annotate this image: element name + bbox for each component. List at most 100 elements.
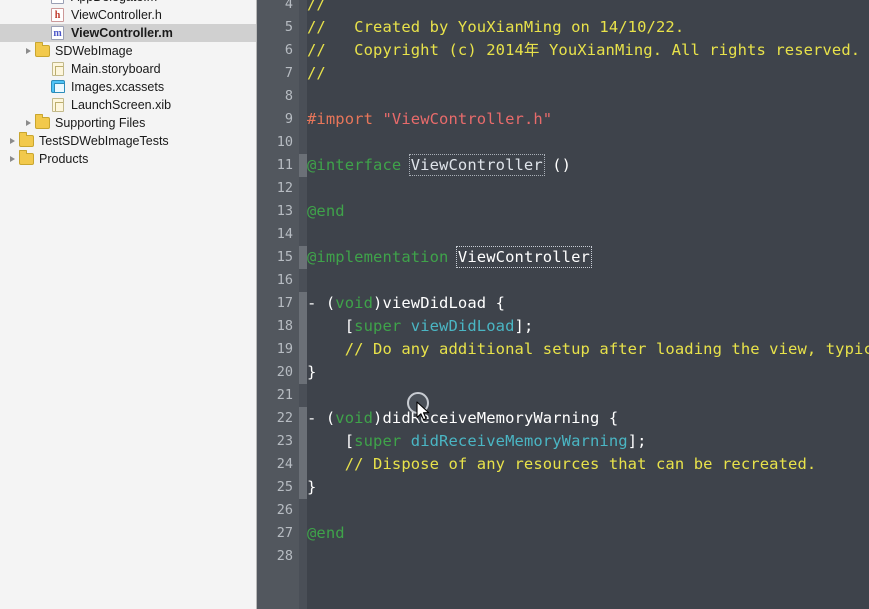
code-line[interactable]: [super viewDidLoad];: [307, 315, 534, 338]
navigator-row-label: Products: [39, 152, 89, 166]
line-number: 25: [276, 479, 293, 495]
code-token-box: ViewController: [455, 246, 592, 268]
fold-segment[interactable]: [299, 292, 307, 384]
code-token-str: "ViewController.h": [382, 110, 553, 128]
line-number: 17: [276, 295, 293, 311]
navigator-row-label: TestSDWebImageTests: [39, 134, 169, 148]
source-m-icon: m: [51, 26, 66, 40]
navigator-row[interactable]: Products: [0, 150, 256, 168]
code-token-plain: [: [307, 432, 355, 450]
fold-segment[interactable]: [299, 154, 307, 177]
disclosure-spacer: [40, 100, 51, 111]
line-number: 19: [276, 341, 293, 357]
code-line[interactable]: @end: [307, 522, 345, 545]
code-line[interactable]: [super didReceiveMemoryWarning];: [307, 430, 647, 453]
xcode-window: mAppDelegate.mhViewController.hmViewCont…: [0, 0, 869, 609]
line-number: 21: [276, 387, 293, 403]
line-number: 10: [276, 134, 293, 150]
line-number: 22: [276, 410, 293, 426]
line-number: 23: [276, 433, 293, 449]
navigator-row[interactable]: Images.xcassets: [0, 78, 256, 96]
source-m-icon: m: [51, 0, 66, 4]
line-number-gutter: 4 5 6 7 8 9 10 11 12 13 14 15 16 17 18 19 20 21 22 23 24 25 26…: [257, 0, 299, 609]
line-number: 20: [276, 364, 293, 380]
code-line[interactable]: //: [307, 0, 326, 16]
navigator-row[interactable]: h ViewController.h: [0, 6, 256, 24]
code-line[interactable]: // Dispose of any resources that can be …: [307, 453, 817, 476]
line-number: 12: [276, 180, 293, 196]
line-number: 14: [276, 226, 293, 242]
project-navigator[interactable]: mAppDelegate.mhViewController.hmViewCont…: [0, 0, 257, 609]
line-number: 27: [276, 525, 293, 541]
fold-segment[interactable]: [299, 246, 307, 269]
code-folding-ribbon[interactable]: [299, 0, 307, 609]
navigator-row-label: LaunchScreen.xib: [71, 98, 172, 112]
disclosure-spacer: [40, 0, 51, 3]
storyboard-icon: [51, 62, 66, 76]
navigator-row-label: Main.storyboard: [71, 62, 161, 76]
navigator-row-label: Images.xcassets: [71, 80, 165, 94]
line-number: 15: [276, 249, 293, 265]
navigator-row-label: ViewController.h: [71, 8, 162, 22]
navigator-row[interactable]: SDWebImage: [0, 42, 256, 60]
folder-icon: [35, 44, 50, 58]
code-token-kw: void: [335, 294, 374, 312]
code-line[interactable]: - (void)didReceiveMemoryWarning {: [307, 407, 618, 430]
code-line[interactable]: - (void)viewDidLoad {: [307, 292, 505, 315]
line-number: 18: [276, 318, 293, 334]
xib-icon: [51, 98, 66, 112]
code-line[interactable]: // Do any additional setup after loading…: [307, 338, 869, 361]
line-number: 28: [276, 548, 293, 564]
disclosure-triangle-icon[interactable]: [8, 136, 19, 147]
navigator-row[interactable]: LaunchScreen.xib: [0, 96, 256, 114]
code-token-plain: )viewDidLoad {: [373, 294, 506, 312]
line-number: 5: [284, 19, 293, 35]
code-line[interactable]: @implementation ViewController: [307, 246, 592, 269]
code-line[interactable]: //: [307, 62, 326, 85]
code-token-comment: //: [307, 0, 326, 13]
navigator-row[interactable]: TestSDWebImageTests: [0, 132, 256, 150]
source-editor[interactable]: 4 5 6 7 8 9 10 11 12 13 14 15 16 17 18 19 20 21 22 23 24 25 26…: [257, 0, 869, 609]
navigator-row[interactable]: Main.storyboard: [0, 60, 256, 78]
navigator-row[interactable]: Supporting Files: [0, 114, 256, 132]
code-line[interactable]: @interface ViewController (): [307, 154, 571, 177]
code-token-plain: - (: [307, 294, 336, 312]
disclosure-triangle-icon[interactable]: [24, 46, 35, 57]
disclosure-triangle-icon[interactable]: [8, 154, 19, 165]
navigator-row[interactable]: m ViewController.m: [0, 24, 256, 42]
code-token-kw: @end: [307, 524, 345, 542]
fold-segment[interactable]: [299, 407, 307, 499]
code-token-comment: // Dispose of any resources that can be …: [307, 455, 817, 473]
navigator-row-label: ViewController.m: [71, 26, 173, 40]
code-line[interactable]: }: [307, 476, 316, 499]
code-token-msg: didReceiveMemoryWarning: [410, 432, 628, 450]
code-line[interactable]: #import "ViewController.h": [307, 108, 552, 131]
code-token-comment: //: [307, 64, 326, 82]
assets-icon: [51, 80, 66, 94]
line-number: 6: [284, 42, 293, 58]
project-navigator-list: mAppDelegate.mhViewController.hmViewCont…: [0, 0, 256, 168]
code-token-plain: ];: [627, 432, 647, 450]
code-token-kw: super: [354, 317, 411, 335]
code-line[interactable]: // Copyright (c) 2014年 YouXianMing. All …: [307, 39, 860, 62]
line-number: 9: [284, 111, 293, 127]
code-line[interactable]: // Created by YouXianMing on 14/10/22.: [307, 16, 684, 39]
code-token-kw: @end: [307, 202, 345, 220]
code-token-kw: @implementation: [307, 248, 458, 266]
code-text-area[interactable]: // // Created by YouXianMing on 14/10/22.…: [307, 0, 869, 609]
line-number: 16: [276, 272, 293, 288]
code-token-plain: ];: [514, 317, 534, 335]
disclosure-spacer: [40, 10, 51, 21]
code-token-plain: )didReceiveMemoryWarning {: [373, 409, 619, 427]
code-line[interactable]: @end: [307, 200, 345, 223]
code-token-plain: }: [307, 363, 317, 381]
code-token-pre: #import: [307, 110, 383, 128]
code-line[interactable]: }: [307, 361, 316, 384]
folder-icon: [19, 152, 34, 166]
line-number: 4: [284, 0, 293, 12]
code-token-box-lite: ViewController: [408, 154, 545, 176]
disclosure-spacer: [40, 64, 51, 75]
line-number: 13: [276, 203, 293, 219]
disclosure-triangle-icon[interactable]: [24, 118, 35, 129]
code-token-plain: (): [542, 156, 572, 174]
